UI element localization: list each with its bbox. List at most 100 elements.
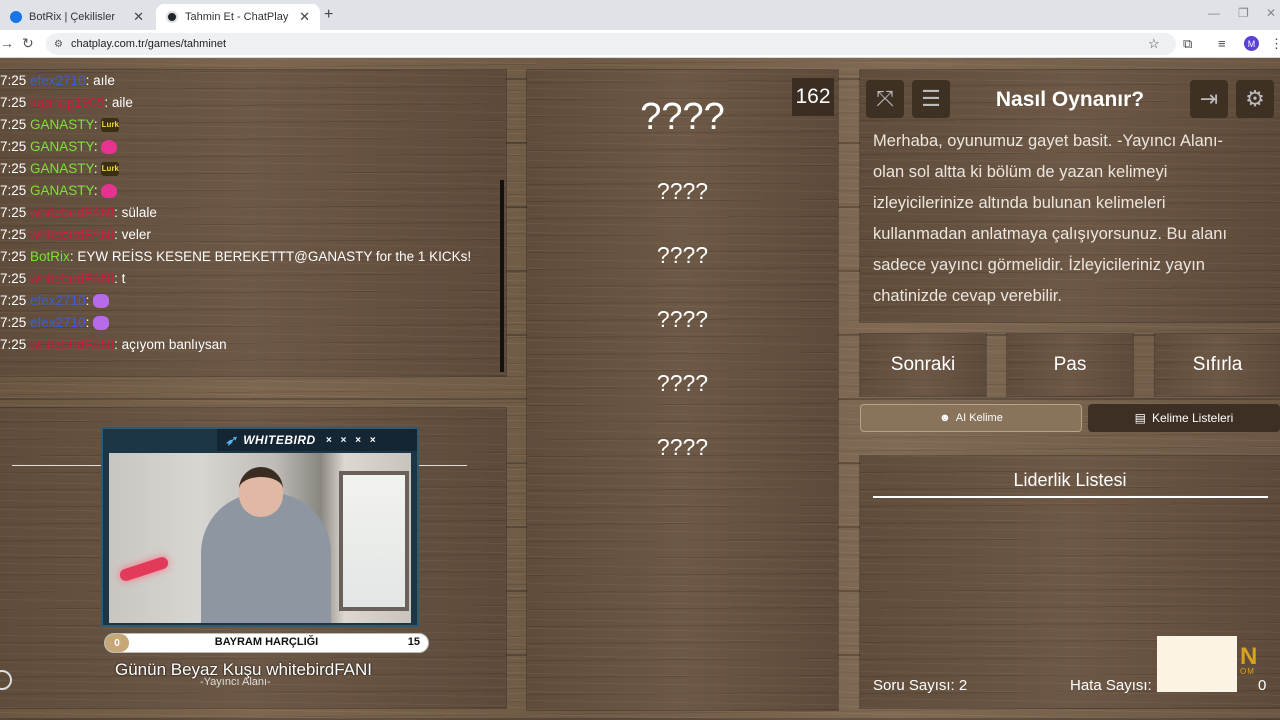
question-count-value: 2 <box>958 677 968 694</box>
url-text: chatplay.com.tr/games/tahminet <box>70 38 227 50</box>
tab-title: Tahmin Et - ChatPlay <box>185 11 289 23</box>
clipboard-icon: ▤ <box>1134 411 1146 425</box>
chat-username[interactable]: kaanpp1905 <box>30 95 104 110</box>
chat-timestamp: 7:25 <box>0 139 27 154</box>
botrix-favicon-icon <box>10 11 22 23</box>
extensions-icon[interactable]: ⧉ <box>1183 36 1192 52</box>
media-controls-icon[interactable]: ≡ <box>1218 36 1226 51</box>
chat-username[interactable]: BotRix <box>30 249 70 264</box>
forbidden-word-3: ???? <box>656 306 709 332</box>
chat-message: 7:25 GANASTY: Lurk <box>0 161 120 177</box>
goal-current-value: 0 <box>105 634 129 652</box>
chat-emote-lurk-icon: Lurk <box>101 162 120 177</box>
chat-text: t <box>121 271 126 286</box>
chat-timestamp: 7:25 <box>0 117 27 132</box>
chat-username[interactable]: efex2710 <box>30 73 86 88</box>
chat-text: açıyom banlıysan <box>121 337 227 352</box>
chat-timestamp: 7:25 <box>0 337 27 352</box>
chat-emote-pink-icon <box>101 140 118 155</box>
webcam-frame: ➶ WHITEBIRD × × × × <box>101 427 419 627</box>
chat-username[interactable]: GANASTY <box>30 139 94 154</box>
exit-icon[interactable]: ⇥ <box>1190 80 1228 118</box>
chat-scrollbar[interactable] <box>500 180 504 372</box>
goal-label: BAYRAM HARÇLIĞI <box>214 636 319 648</box>
chat-username[interactable]: efex2710 <box>30 293 86 308</box>
chat-username[interactable]: GANASTY <box>30 183 94 198</box>
tab-botrix[interactable]: BotRix | Çekilisler ✕ <box>0 4 154 30</box>
chat-text: aıle <box>93 73 115 88</box>
minimize-icon[interactable]: — <box>1208 6 1220 20</box>
leaderboard-underline <box>873 496 1268 498</box>
webcam-video <box>109 453 411 623</box>
chat-username[interactable]: efex2710 <box>30 315 86 330</box>
site-logo: N OM <box>1240 643 1258 676</box>
chat-message: 7:25 GANASTY: <box>0 136 118 158</box>
chat-emote-purple-icon <box>93 294 110 309</box>
streamer-subcaption: -Yayıncı Alanı- <box>200 676 271 688</box>
divider-left <box>12 465 102 466</box>
chat-text: veler <box>121 227 151 242</box>
reload-icon[interactable]: ↻ <box>22 35 34 52</box>
word-lists-button[interactable]: ▤ Kelime Listeleri <box>1088 404 1280 432</box>
fullscreen-icon[interactable]: ⤧ <box>866 80 904 118</box>
close-tab-icon[interactable]: ✕ <box>299 9 310 25</box>
chat-message: 7:25 BotRix: EYW REİSS KESENE BEREKETTT@… <box>0 249 472 264</box>
chat-timestamp: 7:25 <box>0 183 27 198</box>
close-tab-icon[interactable]: ✕ <box>133 9 144 25</box>
address-bar-row: → ↻ ⚙ chatplay.com.tr/games/tahminet ☆ ⧉… <box>0 30 1280 58</box>
notes-icon[interactable]: ☰ <box>912 80 950 118</box>
profile-avatar[interactable]: M <box>1244 36 1259 51</box>
chat-message: 7:25 kaanpp1905: aile <box>0 95 133 110</box>
trailing-count-value: 0 <box>1258 677 1267 694</box>
chat-username[interactable]: whitebirdFANI <box>30 337 114 352</box>
forward-icon[interactable]: → <box>0 35 14 51</box>
reset-button-label: Sıfırla <box>1192 354 1243 375</box>
goal-max-value: 15 <box>407 636 420 648</box>
settings-gear-icon[interactable]: ⚙ <box>1236 80 1274 118</box>
ai-word-button[interactable]: ☻ AI Kelime <box>860 404 1082 432</box>
close-window-icon[interactable]: ✕ <box>1266 6 1276 20</box>
chat-username[interactable]: GANASTY <box>30 161 94 176</box>
new-tab-button[interactable]: + <box>324 6 333 24</box>
leaderboard-title: Liderlik Listesi <box>1013 470 1127 490</box>
chat-message: 7:25 efex2710: <box>0 312 110 334</box>
chat-timestamp: 7:25 <box>0 205 27 220</box>
next-button[interactable]: Sonraki <box>860 334 986 396</box>
question-count-label: Soru Sayısı: <box>873 677 955 694</box>
chat-timestamp: 7:25 <box>0 293 27 308</box>
chatplay-favicon-icon <box>166 11 178 23</box>
chat-username[interactable]: whitebirdFANI <box>30 205 114 220</box>
reset-button[interactable]: Sıfırla <box>1155 334 1280 396</box>
chat-text: sülale <box>121 205 157 220</box>
next-button-label: Sonraki <box>890 354 956 375</box>
forbidden-word-5: ???? <box>656 434 709 460</box>
chat-username[interactable]: whitebirdFANI <box>30 227 114 242</box>
forbidden-word-2: ???? <box>656 242 709 268</box>
chat-username[interactable]: GANASTY <box>30 117 94 132</box>
channel-header: ➶ WHITEBIRD × × × × <box>217 429 417 451</box>
robot-icon: ☻ <box>939 412 951 424</box>
tab-title: BotRix | Çekilisler <box>29 11 115 23</box>
background-window <box>339 471 409 611</box>
chat-message: 7:25 efex2710: aıle <box>0 73 115 88</box>
microphone-icon <box>118 555 170 583</box>
question-count: Soru Sayısı: 2 <box>873 677 967 694</box>
menu-dots-icon[interactable]: ⋮ <box>1270 36 1280 52</box>
site-info-icon[interactable]: ⚙ <box>54 39 63 50</box>
maximize-icon[interactable]: ❐ <box>1238 6 1249 20</box>
chat-timestamp: 7:25 <box>0 73 27 88</box>
chat-emote-purple-icon <box>93 316 110 331</box>
channel-name: WHITEBIRD <box>243 433 316 447</box>
tab-chatplay[interactable]: Tahmin Et - ChatPlay ✕ <box>156 4 320 30</box>
ai-word-label: AI Kelime <box>955 412 1003 424</box>
chat-message: 7:25 GANASTY: <box>0 180 118 202</box>
url-field[interactable]: ⚙ chatplay.com.tr/games/tahminet <box>46 33 1176 55</box>
forbidden-word-1: ???? <box>656 178 709 204</box>
chat-username[interactable]: whitebirdFANI <box>30 271 114 286</box>
pass-button[interactable]: Pas <box>1007 334 1133 396</box>
bookmark-star-icon[interactable]: ☆ <box>1148 36 1160 52</box>
chat-timestamp: 7:25 <box>0 161 27 176</box>
how-to-play-text: Merhaba, oyunumuz gayet basit. -Yayıncı … <box>873 132 1228 305</box>
main-word: ???? <box>640 96 725 138</box>
word-lists-label: Kelime Listeleri <box>1151 411 1234 425</box>
